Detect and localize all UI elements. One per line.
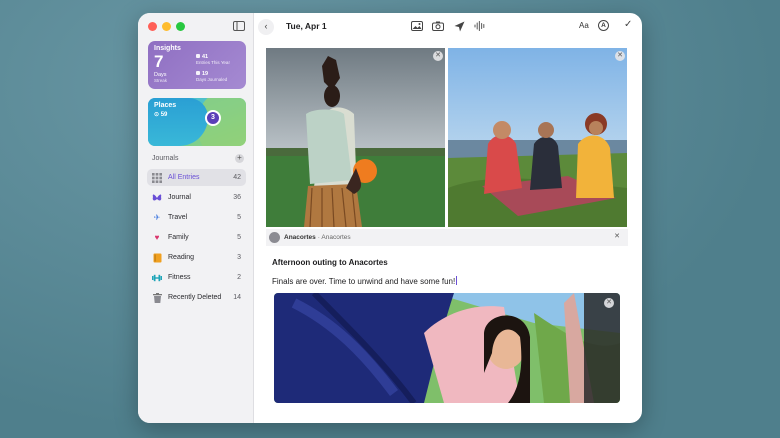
sidebar-item-count: 14: [233, 294, 241, 301]
sidebar: Insights 7 Days Streak 41 Entries This Y…: [138, 13, 254, 423]
map-pin[interactable]: 3: [205, 110, 221, 126]
remove-location-icon[interactable]: ✕: [614, 232, 620, 240]
airplane-icon: ✈: [153, 213, 161, 222]
camera-icon[interactable]: [432, 20, 444, 32]
sidebar-item-label: All Entries: [168, 174, 200, 181]
add-journal-button[interactable]: +: [235, 154, 244, 163]
sidebar-item-count: 3: [237, 254, 241, 261]
remove-photo-button[interactable]: ✕: [604, 298, 614, 308]
zoom-window-button[interactable]: [176, 22, 185, 31]
text-cursor: [456, 276, 458, 285]
back-button[interactable]: ‹: [258, 19, 274, 35]
sidebar-item-all-entries[interactable]: All Entries 42: [147, 169, 246, 186]
location-arrow-icon[interactable]: [453, 20, 465, 32]
sidebar-item-label: Journal: [168, 194, 191, 201]
streak-label: Days Streak: [154, 72, 167, 84]
photo-friends-blanket-image: [448, 48, 627, 227]
location-avatar-icon: [269, 232, 280, 243]
places-count-value: 59: [160, 112, 168, 118]
sidebar-item-count: 2: [237, 274, 241, 281]
waveform-icon[interactable]: [474, 20, 486, 32]
markup-icon[interactable]: A: [598, 20, 609, 31]
journals-heading: Journals: [152, 155, 179, 162]
entry-date: Tue, Apr 1: [286, 21, 327, 31]
sidebar-item-count: 5: [237, 234, 241, 241]
streak-value: 7: [154, 52, 164, 71]
trash-icon: [152, 292, 162, 303]
heart-icon: ♥: [154, 233, 160, 242]
insights-title: Insights: [154, 45, 181, 52]
minimize-window-button[interactable]: [162, 22, 171, 31]
photo-selfie[interactable]: ✕: [274, 293, 620, 403]
journal-window: Insights 7 Days Streak 41 Entries This Y…: [138, 13, 642, 423]
sidebar-item-count: 5: [237, 214, 241, 221]
entries-label: Entries This Year: [196, 60, 230, 65]
dumbbell-icon: [152, 273, 162, 283]
remove-photo-button[interactable]: ✕: [433, 51, 443, 61]
location-sub: · Anacortes: [317, 234, 351, 241]
remove-photo-button[interactable]: ✕: [615, 51, 625, 61]
days-journaled-stat: 19 Days Journaled: [196, 71, 227, 83]
entry-body-text: Finals are over. Time to unwind and have…: [272, 277, 456, 286]
sidebar-item-label: Travel: [168, 214, 188, 221]
done-check-icon[interactable]: ✓: [624, 19, 632, 30]
sidebar-item-fitness[interactable]: Fitness 2: [147, 269, 246, 286]
days-label: Days Journaled: [196, 77, 228, 82]
sidebar-item-journal[interactable]: Journal 36: [147, 189, 246, 206]
entry-title[interactable]: Afternoon outing to Anacortes: [272, 258, 388, 267]
sidebar-item-count: 42: [233, 174, 241, 181]
calendar-icon: [196, 71, 200, 75]
sidebar-toggle-icon[interactable]: [233, 21, 245, 31]
sidebar-item-recently-deleted[interactable]: Recently Deleted 14: [147, 289, 246, 306]
photo-man-orange-image: [266, 48, 445, 227]
pin-small-icon: ⊙: [154, 112, 160, 118]
entries-icon: [196, 54, 200, 58]
streak-sub-label: Streak: [154, 78, 168, 83]
photo-library-icon[interactable]: [411, 20, 423, 32]
location-bar[interactable]: Anacortes · Anacortes ✕: [266, 229, 628, 246]
photo-selfie-image: [274, 293, 620, 403]
sidebar-item-label: Reading: [168, 254, 195, 261]
entry-body[interactable]: Finals are over. Time to unwind and have…: [272, 276, 458, 286]
sidebar-item-label: Recently Deleted: [168, 294, 222, 301]
sidebar-item-reading[interactable]: Reading 3: [147, 249, 246, 266]
window-controls: [148, 22, 185, 31]
sidebar-item-label: Family: [168, 234, 189, 241]
butterfly-icon: [152, 193, 162, 203]
places-count: ⊙ 59: [154, 111, 167, 118]
format-text-button[interactable]: Aa: [579, 21, 589, 30]
sidebar-item-travel[interactable]: ✈ Travel 5: [147, 209, 246, 226]
places-card[interactable]: Places ⊙ 59 3: [148, 98, 246, 146]
book-icon: [152, 253, 162, 263]
entries-stat: 41 Entries This Year: [196, 54, 230, 66]
insert-toolbar: [411, 20, 486, 32]
grid-icon: [152, 172, 162, 183]
places-title: Places: [154, 102, 177, 109]
photo-friends-blanket[interactable]: ✕: [448, 48, 627, 227]
sidebar-item-count: 36: [233, 194, 241, 201]
close-window-button[interactable]: [148, 22, 157, 31]
sidebar-item-label: Fitness: [168, 274, 191, 281]
insights-card[interactable]: Insights 7 Days Streak 41 Entries This Y…: [148, 41, 246, 89]
photo-man-orange[interactable]: ✕: [266, 48, 445, 227]
location-name: Anacortes: [284, 234, 316, 241]
sidebar-item-family[interactable]: ♥ Family 5: [147, 229, 246, 246]
chevron-left-icon: ‹: [264, 21, 268, 31]
